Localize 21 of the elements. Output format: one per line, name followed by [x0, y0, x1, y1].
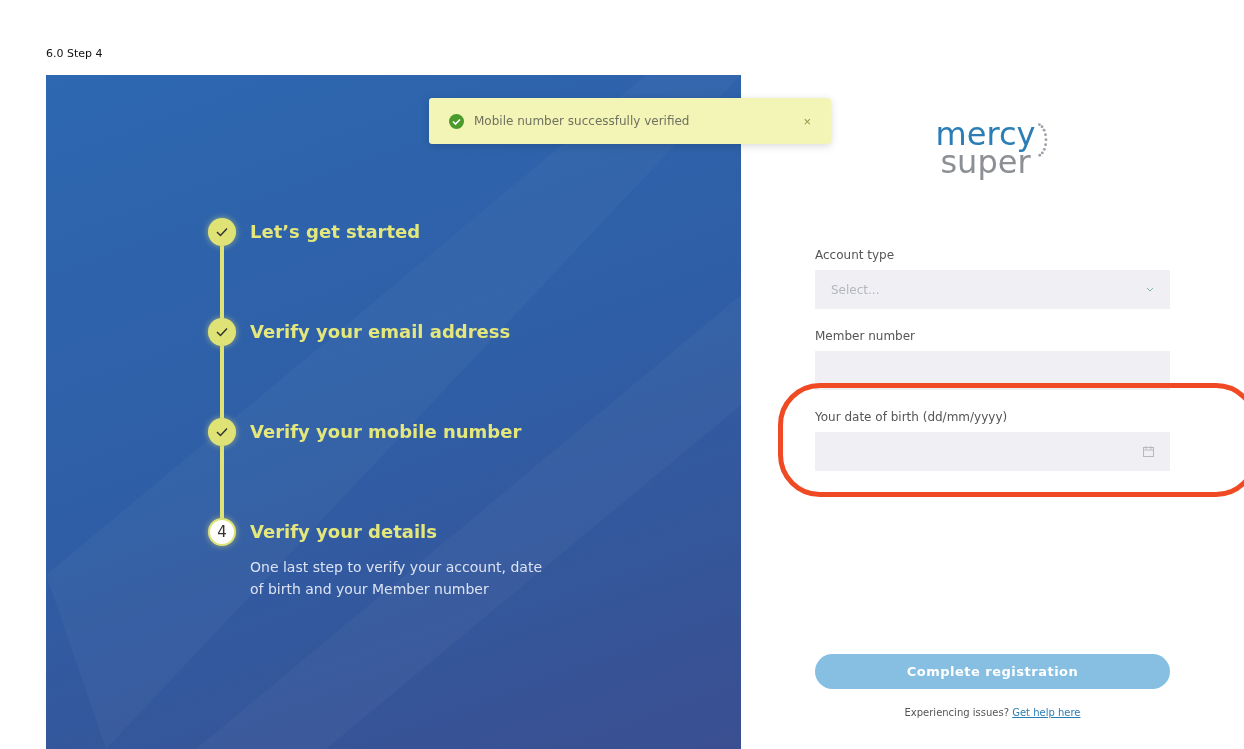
calendar-icon — [1143, 446, 1154, 457]
field-label: Member number — [815, 329, 916, 343]
step-title: Verify your details — [250, 521, 438, 542]
help-link[interactable]: Get help here — [1012, 707, 1081, 718]
step-number: 4 — [208, 518, 236, 546]
step-description: One last step to verify your account, date of birth and your Member number — [250, 558, 544, 599]
date-field[interactable] — [815, 432, 1170, 471]
field-label: Account type — [815, 248, 896, 262]
step-title: Verify your email address — [250, 321, 511, 342]
close-button[interactable]: × — [803, 113, 811, 129]
select-field[interactable]: Select... — [815, 270, 1170, 309]
step-title: Verify your mobile number — [250, 421, 522, 442]
page-label: 6.0 Step 4 — [45, 46, 104, 62]
check-circle-icon — [449, 113, 464, 129]
chevron-down-icon — [1146, 287, 1154, 292]
help-text: Experiencing issues? — [904, 707, 1009, 718]
field-label: Your date of birth (dd/mm/yyyy) — [815, 410, 1009, 424]
placeholder-text: Select... — [831, 282, 881, 297]
dotted-arc-icon — [1035, 120, 1050, 160]
toast-message: Mobile number successfully verified — [474, 114, 691, 128]
step-title: Let’s get started — [250, 221, 421, 242]
